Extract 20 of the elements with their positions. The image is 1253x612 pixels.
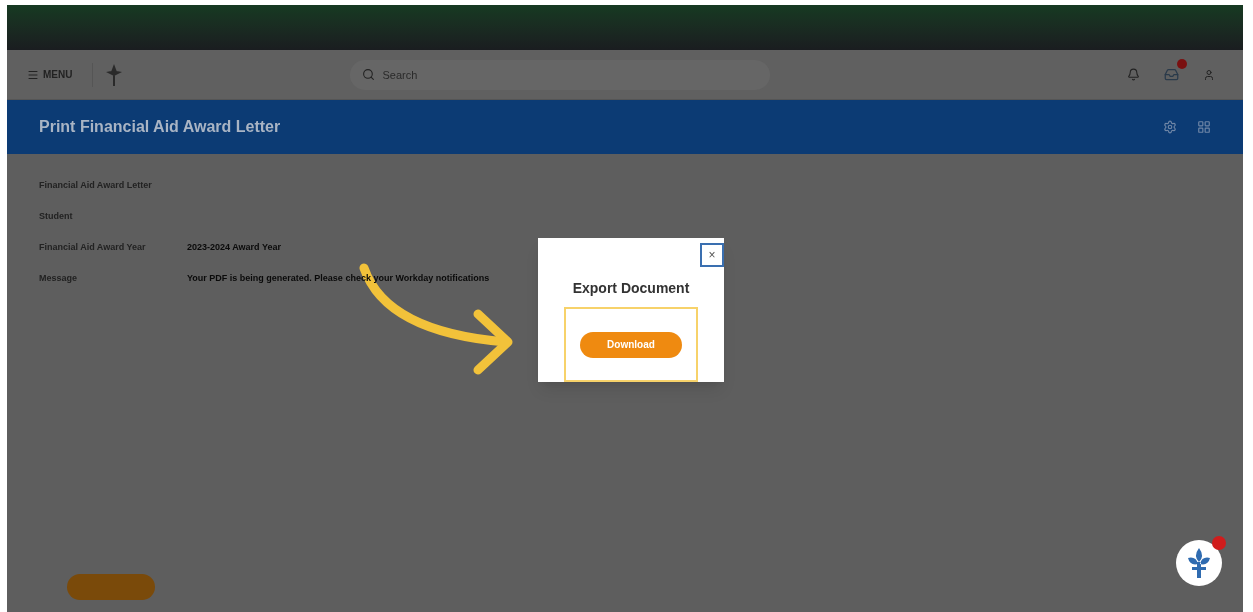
notification-badge	[1212, 536, 1226, 550]
page-title: Print Financial Aid Award Letter	[39, 117, 281, 137]
field-value: 2023-2024 Award Year	[187, 241, 281, 255]
bell-icon[interactable]	[1127, 68, 1140, 81]
search-icon	[362, 67, 376, 81]
field-label: Message	[39, 272, 79, 286]
close-button[interactable]: ×	[700, 243, 724, 267]
menu-button[interactable]: MENU	[19, 67, 81, 82]
search-field[interactable]: Search	[350, 59, 771, 90]
inbox-icon[interactable]	[1164, 67, 1179, 82]
settings-icon[interactable]	[1163, 120, 1177, 134]
field-label: Financial Aid Award Year	[39, 241, 147, 255]
field-label: Financial Aid Award Letter	[39, 179, 153, 193]
notification-badge	[1177, 59, 1187, 69]
download-button[interactable]: Download	[580, 331, 682, 358]
dialog-title: Export Document	[572, 279, 690, 298]
grid-icon[interactable]	[1197, 120, 1211, 134]
user-icon[interactable]	[1203, 68, 1215, 81]
field-label: Student	[39, 210, 74, 224]
menu-icon	[27, 68, 39, 81]
